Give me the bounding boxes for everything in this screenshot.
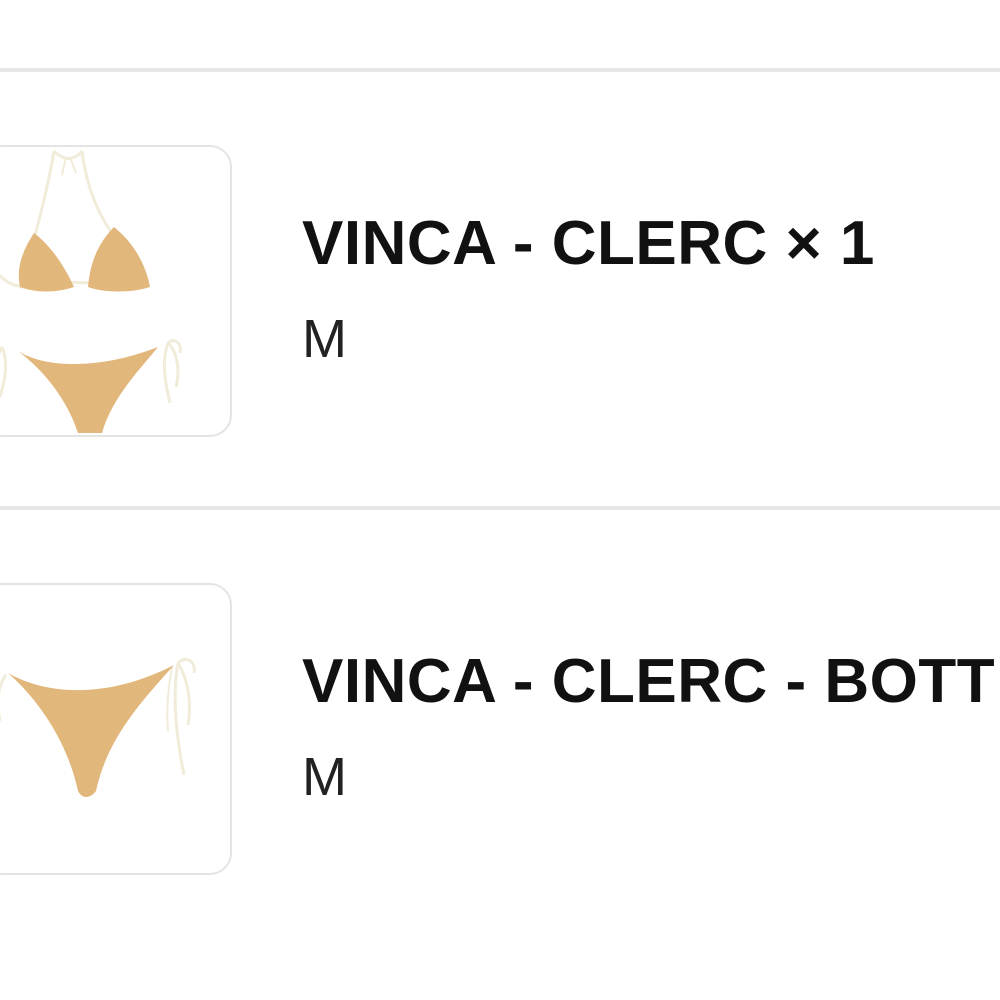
order-item: VINCA - CLERC × 1 M [0,145,1000,445]
bikini-set-image [0,149,182,433]
product-thumbnail[interactable] [0,583,232,875]
order-item: VINCA - CLERC - BOTT M [0,583,1000,883]
divider [0,506,1000,510]
product-name-text: VINCA - CLERC [302,209,768,278]
divider [0,68,1000,72]
order-summary: VINCA - CLERC × 1 M VINCA - CLERC - BOTT… [0,0,1000,1000]
bikini-bottom-image [0,657,196,797]
product-variant: M [302,747,347,807]
quantity-label: × 1 [785,209,875,278]
product-name[interactable]: VINCA - CLERC - BOTT [302,647,995,717]
product-name[interactable]: VINCA - CLERC × 1 [302,209,875,279]
product-thumbnail[interactable] [0,145,232,437]
product-variant: M [302,309,347,369]
